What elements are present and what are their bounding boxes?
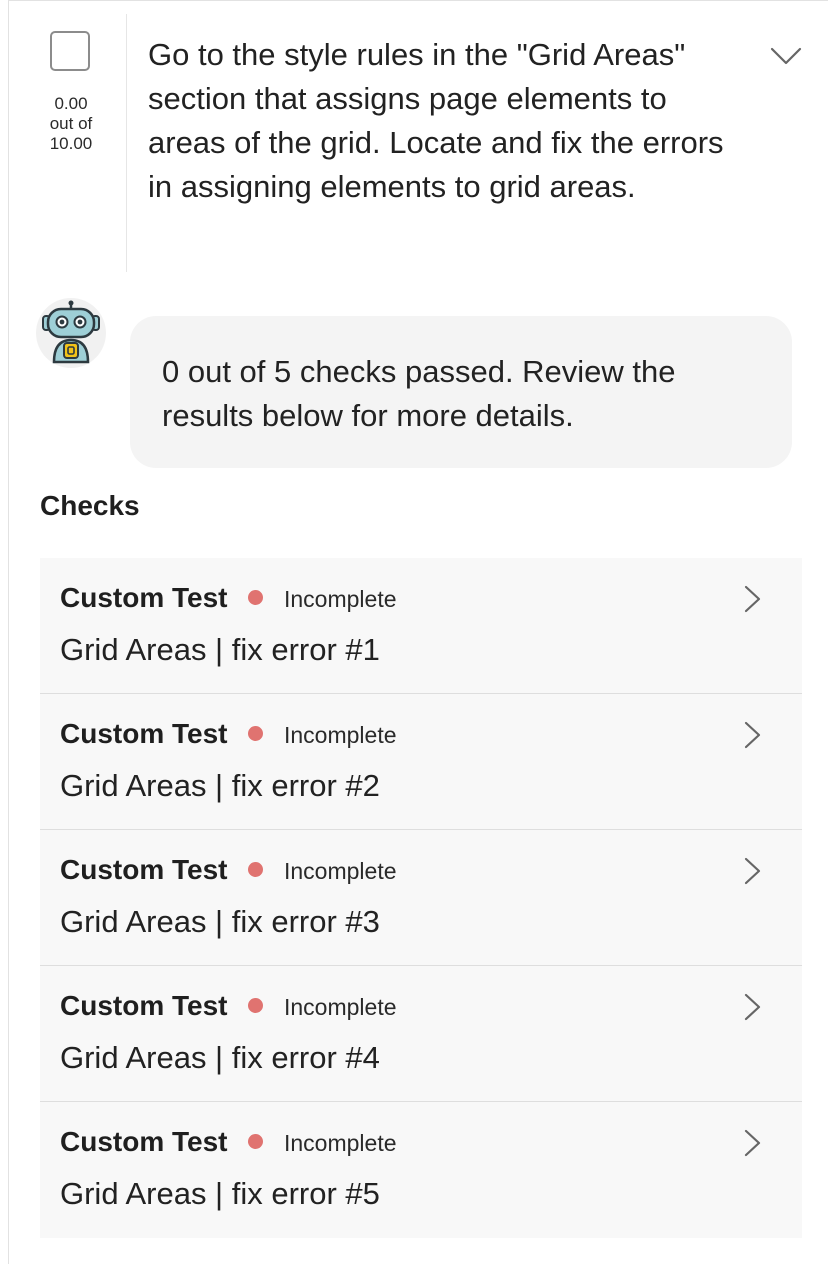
bot-message-bubble: 0 out of 5 checks passed. Review the res… [130,316,792,468]
check-type: Custom Test [60,990,228,1021]
bot-message: 0 out of 5 checks passed. Review the res… [162,354,676,433]
chevron-down-icon[interactable] [768,40,804,70]
chevron-right-icon[interactable] [740,720,764,750]
checks-list: Custom Test Incomplete Grid Areas | fix … [40,558,802,1238]
check-item[interactable]: Custom Test Incomplete Grid Areas | fix … [40,830,802,966]
check-status: Incomplete [284,722,397,748]
status-dot-icon [248,726,263,741]
task-header: 0.00 out of 10.00 Go to the style rules … [8,0,828,272]
check-name: Grid Areas | fix error #5 [60,1176,380,1211]
chevron-right-icon[interactable] [740,992,764,1022]
status-dot-icon [248,1134,263,1149]
score-out-of: out of [49,114,93,133]
check-type: Custom Test [60,1126,228,1157]
check-status: Incomplete [284,994,397,1020]
status-dot-icon [248,590,263,605]
score-value: 0.00 [54,94,88,113]
task-score: 0.00 out of 10.00 [36,94,106,154]
header-divider [126,14,127,272]
check-name: Grid Areas | fix error #3 [60,904,380,939]
chevron-right-icon[interactable] [740,856,764,886]
status-dot-icon [248,862,263,877]
score-max: 10.00 [49,134,93,153]
check-item[interactable]: Custom Test Incomplete Grid Areas | fix … [40,1102,802,1238]
task-description: Go to the style rules in the "Grid Areas… [148,37,724,204]
task-complete-checkbox[interactable] [50,31,90,71]
check-type: Custom Test [60,854,228,885]
check-name: Grid Areas | fix error #4 [60,1040,380,1075]
chevron-right-icon[interactable] [740,1128,764,1158]
check-item[interactable]: Custom Test Incomplete Grid Areas | fix … [40,694,802,830]
status-dot-icon [248,998,263,1013]
check-status: Incomplete [284,1130,397,1156]
check-type: Custom Test [60,582,228,613]
check-item[interactable]: Custom Test Incomplete Grid Areas | fix … [40,558,802,694]
check-item[interactable]: Custom Test Incomplete Grid Areas | fix … [40,966,802,1102]
check-type: Custom Test [60,718,228,749]
check-name: Grid Areas | fix error #2 [60,768,380,803]
chevron-right-icon[interactable] [740,584,764,614]
check-name: Grid Areas | fix error #1 [60,632,380,667]
checks-heading: Checks [40,490,140,521]
check-status: Incomplete [284,858,397,884]
robot-icon [36,298,106,368]
check-status: Incomplete [284,586,397,612]
